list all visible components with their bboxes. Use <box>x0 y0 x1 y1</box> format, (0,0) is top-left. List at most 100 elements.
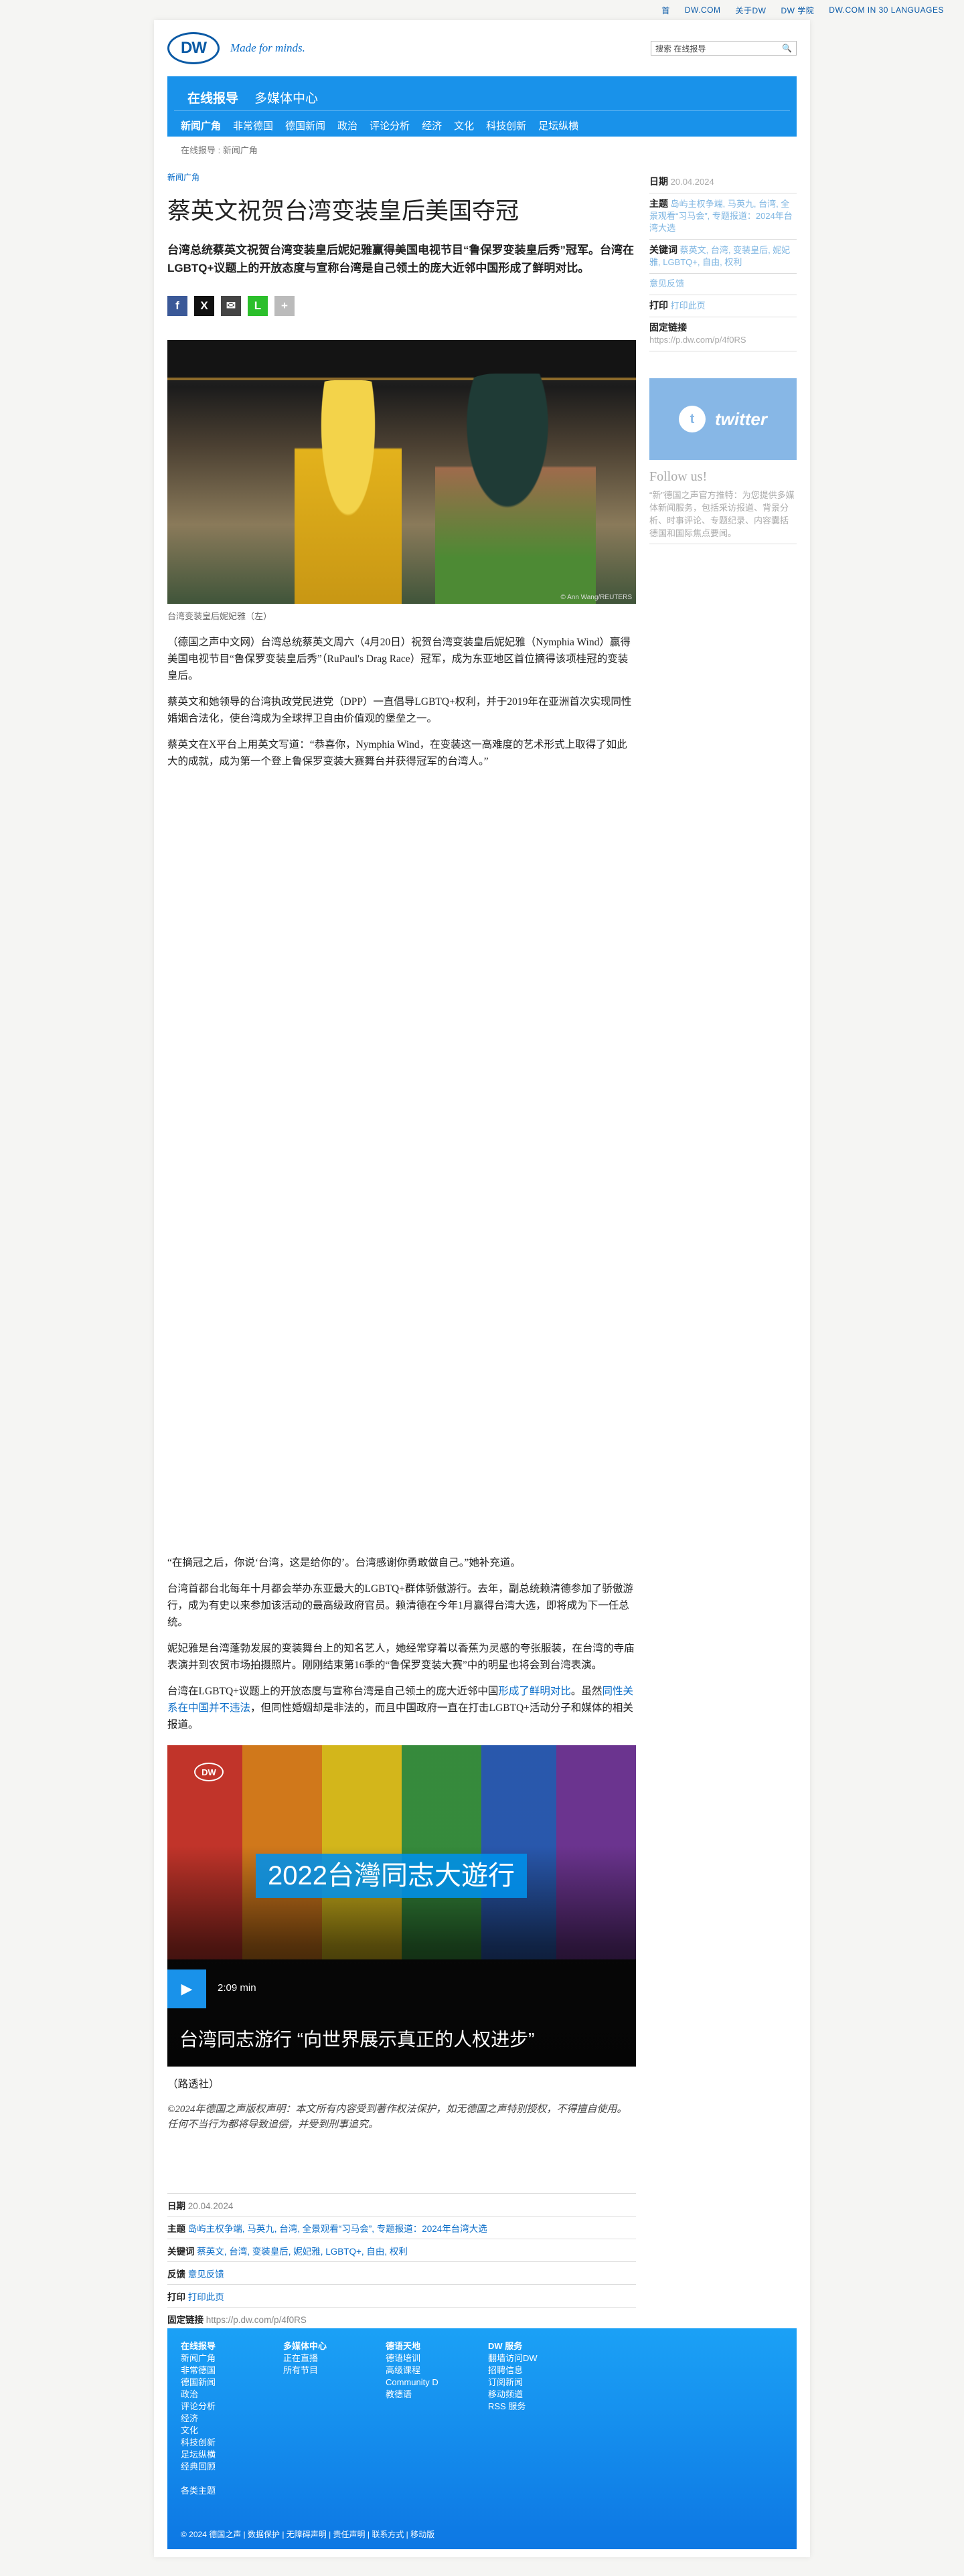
side-label: 主题 <box>649 198 668 209</box>
subnav-news[interactable]: 新闻广角 <box>181 118 221 133</box>
paragraph-text: 台湾在LGBTQ+议题上的开放态度与宣称台湾是自己领土的庞大近邻中国 <box>167 1686 499 1697</box>
subnav-economy[interactable]: 经济 <box>422 118 442 133</box>
magnifier-icon[interactable]: 🔍 <box>782 44 792 53</box>
follow-heading: Follow us! <box>649 469 708 484</box>
nav-online[interactable]: 在线报导 <box>187 88 238 110</box>
footer-link[interactable]: 科技创新 <box>181 2437 283 2449</box>
subnav-politics[interactable]: 政治 <box>337 118 357 133</box>
site-header: DW Made for minds. 搜索 在线报导 🔍 <box>167 20 797 76</box>
footer-link[interactable]: 文化 <box>181 2425 283 2437</box>
meta-keyword-links[interactable]: 蔡英文, 台湾, 变装皇后, 妮妃雅, LGBTQ+, 自由, 权利 <box>197 2247 408 2257</box>
footer-link[interactable]: 足坛纵横 <box>181 2449 283 2461</box>
paragraph: 蔡英文和她领导的台湾执政党民进党（DPP）一直倡导LGBTQ+权利，并于2019… <box>167 696 632 724</box>
footer-col: DW 服务 翻墙访问DW 招聘信息 订阅新闻 移动频道 RSS 服务 <box>488 2340 590 2497</box>
article-kicker[interactable]: 新闻广角 <box>167 171 636 183</box>
footer-col: 多媒体中心 正在直播 所有节目 <box>283 2340 386 2497</box>
footer-link[interactable]: 招聘信息 <box>488 2364 590 2377</box>
meta-label: 打印 <box>167 2292 185 2302</box>
footer-link[interactable]: 正在直播 <box>283 2352 386 2364</box>
footer-link[interactable]: 评论分析 <box>181 2401 283 2413</box>
permalink[interactable]: https://p.dw.com/p/4f0RS <box>206 2315 307 2325</box>
twitter-banner[interactable]: t twitter <box>649 378 797 460</box>
top-link-about[interactable]: 关于DW <box>735 5 766 16</box>
hero-banner <box>167 340 636 380</box>
breadcrumb[interactable]: 在线报导 : 新闻广角 <box>167 141 797 161</box>
play-icon[interactable]: ▶ <box>167 1969 206 2008</box>
paragraph: 妮妃雅是台湾蓬勃发展的变装舞台上的知名艺人，她经常穿着以香蕉为灵感的夸张服装，在… <box>167 1643 635 1671</box>
video-duration: 2:09 min <box>218 1982 256 1994</box>
top-utility-bar: 首 DW.COM 关于DW DW 学院 DW.COM IN 30 LANGUAG… <box>0 0 964 20</box>
sidebar: 日期 20.04.2024 主题 岛屿主权争端, 马英九, 台湾, 全景观看“习… <box>649 171 797 544</box>
top-link-home[interactable]: 首 <box>661 5 670 16</box>
footer-link[interactable]: 教德语 <box>386 2389 488 2401</box>
twitter-label: twitter <box>715 408 767 429</box>
subnav-culture[interactable]: 文化 <box>454 118 474 133</box>
side-feedback-link[interactable]: 意见反馈 <box>649 278 684 289</box>
video-player[interactable]: DW 2022台灣同志大遊行 ▶ 2:09 min 台湾同志游行 “向世界展示真… <box>167 1745 636 2067</box>
side-label: 固定链接 <box>649 322 687 333</box>
paragraph: 台湾首都台北每年十月都会举办东亚最大的LGBTQ+群体骄傲游行。去年，副总统赖清… <box>167 1583 633 1628</box>
meta-topic-links[interactable]: 岛屿主权争端, 马英九, 台湾, 全景观看“习马会”, 专题报道：2024年台湾… <box>188 2224 487 2234</box>
article-meta: 日期 20.04.2024 主题 岛屿主权争端, 马英九, 台湾, 全景观看“习… <box>167 2193 636 2330</box>
footer-link[interactable]: 所有节目 <box>283 2364 386 2377</box>
footer-link[interactable]: 新闻广角 <box>181 2352 283 2364</box>
footer-link[interactable]: 订阅新闻 <box>488 2377 590 2389</box>
footer-heading[interactable]: 在线报导 <box>181 2340 283 2352</box>
footer-col: 在线报导 新闻广角 非常德国 德国新闻 政治 评论分析 经济 文化 科技创新 足… <box>181 2340 283 2497</box>
footer-link[interactable]: 高级课程 <box>386 2364 488 2377</box>
footer-link[interactable]: 经典回顾 <box>181 2461 283 2473</box>
side-topic-links[interactable]: 岛屿主权争端, 马英九, 台湾, 全景观看“习马会”, 专题报道：2024年台湾… <box>649 199 793 233</box>
share-bar: f X ✉ L + <box>167 296 636 316</box>
top-link-academy[interactable]: DW 学院 <box>781 5 814 16</box>
search-input[interactable]: 搜索 在线报导 🔍 <box>651 41 797 56</box>
paragraph-text: 。虽然 <box>570 1686 602 1697</box>
subnav-tech[interactable]: 科技创新 <box>486 118 526 133</box>
x-icon[interactable]: X <box>194 296 214 316</box>
inline-link[interactable]: 形成了鲜明对比 <box>498 1686 571 1697</box>
footer-link[interactable]: RSS 服务 <box>488 2401 590 2413</box>
line-icon[interactable]: L <box>248 296 268 316</box>
footer-heading[interactable]: 多媒体中心 <box>283 2340 386 2352</box>
side-permalink[interactable]: https://p.dw.com/p/4f0RS <box>649 335 746 345</box>
side-label: 关键词 <box>649 244 677 255</box>
main-nav: 在线报导 多媒体中心 新闻广角 非常德国 德国新闻 政治 评论分析 经济 文化 … <box>167 76 797 137</box>
footer-link[interactable]: Community D <box>386 2377 488 2389</box>
paragraph: （德国之声中文网）台湾总统蔡英文周六（4月20日）祝贺台湾变装皇后妮妃雅（Nym… <box>167 637 631 681</box>
dw-logo[interactable]: DW <box>167 32 220 64</box>
subnav-germany[interactable]: 非常德国 <box>233 118 273 133</box>
footer-link[interactable]: 德国新闻 <box>181 2377 283 2389</box>
more-share-icon[interactable]: + <box>274 296 295 316</box>
print-link[interactable]: 打印此页 <box>188 2292 224 2302</box>
footer-link[interactable]: 移动频道 <box>488 2389 590 2401</box>
footer-link[interactable]: 政治 <box>181 2389 283 2401</box>
feedback-link[interactable]: 意见反馈 <box>188 2269 224 2279</box>
side-print-link[interactable]: 打印此页 <box>671 301 706 311</box>
subnav-football[interactable]: 足坛纵横 <box>538 118 578 133</box>
facebook-icon[interactable]: f <box>167 296 187 316</box>
email-icon[interactable]: ✉ <box>221 296 241 316</box>
footer-link[interactable]: 翻墙访问DW <box>488 2352 590 2364</box>
hero-image: © Ann Wang/REUTERS <box>167 340 636 604</box>
article: 新闻广角 蔡英文祝贺台湾变装皇后美国夺冠 台湾总统蔡英文祝贺台湾变装皇后妮妃雅赢… <box>167 171 636 2330</box>
video-overlay-title: 2022台灣同志大遊行 <box>256 1854 527 1898</box>
footer-legal-links[interactable]: © 2024 德国之声 | 数据保护 | 无障碍声明 | 责任声明 | 联系方式… <box>181 2528 434 2540</box>
top-link-dwcom[interactable]: DW.COM <box>685 5 721 15</box>
footer-link[interactable]: 各类主题 <box>181 2485 283 2497</box>
footer-link[interactable]: 经济 <box>181 2413 283 2425</box>
embed-placeholder <box>167 779 636 1554</box>
footer-link[interactable]: 非常德国 <box>181 2364 283 2377</box>
footer-heading[interactable]: 德语天地 <box>386 2340 488 2352</box>
side-date: 20.04.2024 <box>670 177 714 187</box>
nav-multimedia[interactable]: 多媒体中心 <box>254 88 318 110</box>
site-footer: 在线报导 新闻广角 非常德国 德国新闻 政治 评论分析 经济 文化 科技创新 足… <box>167 2328 797 2549</box>
copyright-notice: ©2024年德国之声版权声明：本文所有内容受到著作权法保护，如无德国之声特别授权… <box>167 2104 627 2130</box>
top-link-languages[interactable]: DW.COM IN 30 LANGUAGES <box>829 5 944 15</box>
footer-link[interactable]: 德语培训 <box>386 2352 488 2364</box>
subnav-german-news[interactable]: 德国新闻 <box>285 118 325 133</box>
paragraph: 台湾在LGBTQ+议题上的开放态度与宣称台湾是自己领土的庞大近邻中国形成了鲜明对… <box>167 1683 636 1733</box>
footer-heading[interactable]: DW 服务 <box>488 2340 590 2352</box>
paragraph: “在摘冠之后，你说‘台湾，这是给你的’。台湾感谢你勇敢做自己。”她补充道。 <box>167 1557 521 1568</box>
side-label: 打印 <box>649 300 668 311</box>
paragraph: 蔡英文在X平台上用英文写道：“恭喜你，Nymphia Wind，在变装这一高难度… <box>167 739 627 767</box>
subnav-opinion[interactable]: 评论分析 <box>370 118 410 133</box>
